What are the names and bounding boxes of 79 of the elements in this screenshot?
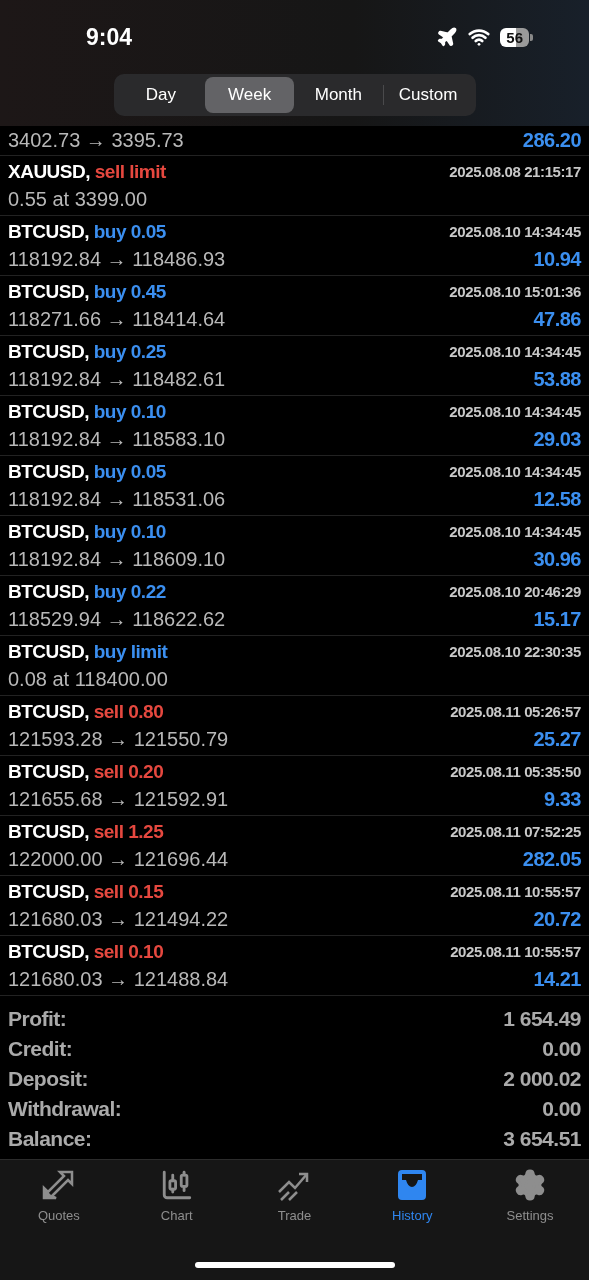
deal-time: 2025.08.10 14:34:45: [449, 523, 581, 540]
deal-profit: 9.33: [544, 788, 581, 811]
summary-label: Withdrawal:: [8, 1096, 122, 1121]
deal-time: 2025.08.10 14:34:45: [449, 463, 581, 480]
deal-title: BTCUSD, buy 0.45: [8, 280, 166, 303]
summary-label: Balance:: [8, 1126, 92, 1151]
summary-label: Profit:: [8, 1006, 67, 1031]
deal-prices: 118192.84 → 118609.10: [8, 548, 226, 571]
deal-title: BTCUSD, buy 0.10: [8, 400, 166, 423]
deal-title: BTCUSD, sell 0.15: [8, 880, 164, 903]
deal-profit: 25.27: [533, 728, 581, 751]
period-tab[interactable]: Week: [205, 77, 294, 113]
deal-profit: 10.94: [533, 248, 581, 271]
period-tab[interactable]: Month: [294, 77, 383, 113]
status-time: 9:04: [86, 23, 133, 51]
battery-indicator: 56: [500, 27, 529, 47]
summary-value: 2 000.02: [503, 1066, 581, 1091]
summary-value: 1 654.49: [503, 1006, 581, 1031]
deal-title: BTCUSD, sell 0.20: [8, 760, 164, 783]
deal-title: BTCUSD, buy 0.05: [8, 220, 166, 243]
tab-bar-item[interactable]: Settings: [475, 1168, 586, 1223]
wifi-icon: [468, 26, 491, 48]
deal-title: BTCUSD, buy 0.10: [8, 520, 166, 543]
summary-value: 0.00: [542, 1096, 581, 1121]
deal-profit: 282.05: [522, 848, 581, 871]
deal-time: 2025.08.10 20:46:29: [449, 583, 581, 600]
deal-profit: 47.86: [533, 308, 581, 331]
deal-prices: 118192.84 → 118486.93: [8, 248, 226, 271]
deal-prices: 121593.28 → 121550.79: [8, 728, 229, 751]
period-tab[interactable]: Custom: [383, 77, 473, 113]
deal-time: 2025.08.08 21:15:17: [449, 163, 581, 180]
deal-profit: 53.88: [533, 368, 581, 391]
period-tab[interactable]: Day: [116, 77, 206, 113]
deal-prices: 121655.68 → 121592.91: [8, 788, 229, 811]
airplane-icon: [436, 26, 459, 48]
deal-title: XAUUSD, sell limit: [8, 160, 166, 183]
deal-profit: 286.20: [522, 129, 581, 152]
deal-time: 2025.08.10 14:34:45: [449, 403, 581, 420]
deal-prices: 118529.94 → 118622.62: [8, 608, 226, 631]
deal-prices: 118271.66 → 118414.64: [8, 308, 226, 331]
deal-time: 2025.08.10 22:30:35: [449, 643, 581, 660]
deal-profit: 14.21: [533, 968, 581, 991]
summary-value: 0.00: [542, 1036, 581, 1061]
tab-bar-item[interactable]: Trade: [239, 1168, 350, 1223]
deal-title: BTCUSD, buy 0.25: [8, 340, 166, 363]
deal-prices: 122000.00 → 121696.44: [8, 848, 229, 871]
deal-time: 2025.08.11 10:55:57: [450, 943, 581, 960]
deal-time: 2025.08.10 14:34:45: [449, 343, 581, 360]
deal-title: BTCUSD, buy limit: [8, 640, 168, 663]
deal-prices: 3402.73 → 3395.73: [8, 129, 184, 152]
deal-title: BTCUSD, buy 0.22: [8, 580, 166, 603]
tab-bar-item[interactable]: History: [357, 1168, 468, 1223]
order-price: 0.55 at 3399.00: [8, 188, 147, 211]
deal-profit: 20.72: [533, 908, 581, 931]
summary-value: 3 654.51: [503, 1126, 581, 1151]
deal-profit: 15.17: [533, 608, 581, 631]
deal-profit: 29.03: [533, 428, 581, 451]
deal-title: BTCUSD, sell 1.25: [8, 820, 164, 843]
deal-prices: 118192.84 → 118482.61: [8, 368, 226, 391]
deal-profit: 30.96: [533, 548, 581, 571]
deal-prices: 118192.84 → 118583.10: [8, 428, 226, 451]
deal-title: BTCUSD, buy 0.05: [8, 460, 166, 483]
order-price: 0.08 at 118400.00: [8, 668, 168, 691]
tab-bar-item[interactable]: Quotes: [3, 1168, 114, 1223]
deal-time: 2025.08.11 05:26:57: [450, 703, 581, 720]
tab-bar-item[interactable]: Chart: [121, 1168, 232, 1223]
deal-time: 2025.08.10 15:01:36: [449, 283, 581, 300]
summary-label: Credit:: [8, 1036, 73, 1061]
deal-time: 2025.08.11 07:52:25: [450, 823, 581, 840]
deal-prices: 118192.84 → 118531.06: [8, 488, 226, 511]
deal-profit: 12.58: [533, 488, 581, 511]
deal-time: 2025.08.10 14:34:45: [449, 223, 581, 240]
deal-title: BTCUSD, sell 0.80: [8, 700, 164, 723]
deal-prices: 121680.03 → 121488.84: [8, 968, 229, 991]
deal-time: 2025.08.11 05:35:50: [450, 763, 581, 780]
deal-title: BTCUSD, sell 0.10: [8, 940, 164, 963]
deal-time: 2025.08.11 10:55:57: [450, 883, 581, 900]
deal-prices: 121680.03 → 121494.22: [8, 908, 229, 931]
summary-label: Deposit:: [8, 1066, 88, 1091]
